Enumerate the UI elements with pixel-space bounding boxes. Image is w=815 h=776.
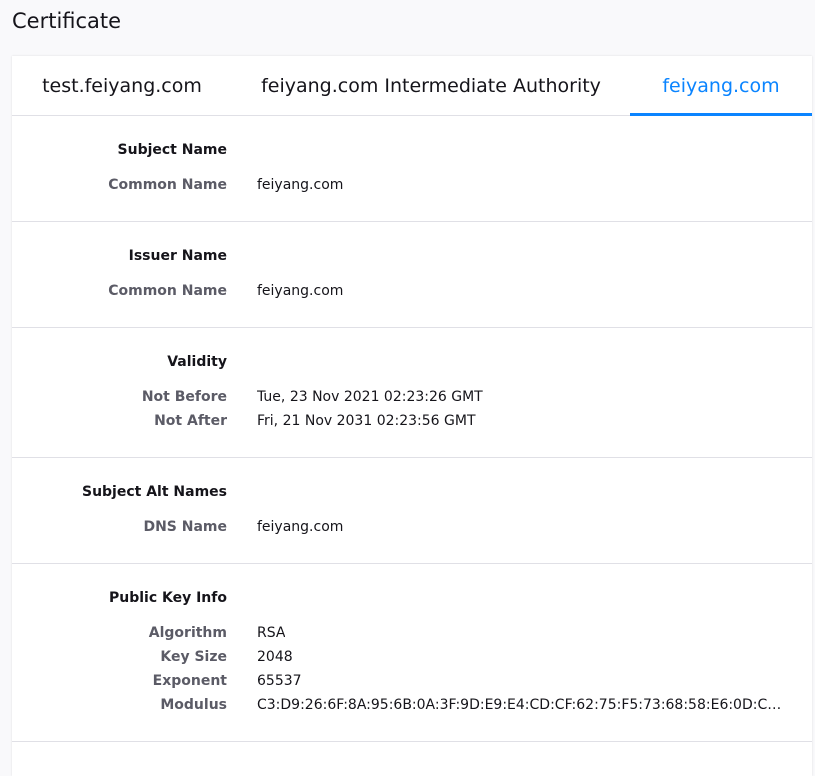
field-label: Modulus	[160, 697, 227, 713]
field-label: DNS Name	[143, 519, 227, 535]
section-heading: Subject Name	[117, 142, 227, 158]
page-title: Certificate	[12, 9, 122, 33]
field-label: Common Name	[108, 177, 227, 193]
field-value: Fri, 21 Nov 2031 02:23:56 GMT	[257, 413, 476, 429]
field-value: RSA	[257, 625, 286, 641]
field-label: Not After	[154, 413, 227, 429]
field-label: Not Before	[141, 389, 227, 405]
issuer-name-section: Issuer Name Common Name feiyang.com	[12, 222, 812, 328]
field-value: feiyang.com	[257, 177, 344, 193]
field-value: C3:D9:26:6F:8A:95:6B:0A:3F:9D:E9:E4:CD:C…	[257, 697, 787, 713]
section-heading: Subject Alt Names	[81, 484, 227, 500]
section-heading: Public Key Info	[108, 590, 227, 606]
field-value: 65537	[257, 673, 302, 689]
validity-section: Validity Not Before Tue, 23 Nov 2021 02:…	[12, 328, 812, 458]
public-key-info-section: Public Key Info Algorithm RSA Key Size 2…	[12, 564, 812, 742]
field-value: feiyang.com	[257, 283, 344, 299]
subject-alt-names-section: Subject Alt Names DNS Name feiyang.com	[12, 458, 812, 564]
tab-intermediate-authority[interactable]: feiyang.com Intermediate Authority	[232, 56, 630, 115]
certificate-card: test.feiyang.com feiyang.com Intermediat…	[12, 56, 812, 776]
section-heading: Validity	[167, 354, 227, 370]
field-value: 2048	[257, 649, 293, 665]
field-label: Key Size	[160, 649, 227, 665]
section-heading: Issuer Name	[128, 248, 227, 264]
certificate-tabs: test.feiyang.com feiyang.com Intermediat…	[12, 56, 812, 116]
tab-feiyang-com[interactable]: feiyang.com	[630, 56, 812, 116]
field-value: Tue, 23 Nov 2021 02:23:26 GMT	[257, 389, 483, 405]
field-value: feiyang.com	[257, 519, 344, 535]
subject-name-section: Subject Name Common Name feiyang.com	[12, 116, 812, 222]
field-label: Algorithm	[148, 625, 227, 641]
field-label: Exponent	[152, 673, 227, 689]
tab-test-feiyang-com[interactable]: test.feiyang.com	[12, 56, 232, 115]
field-label: Common Name	[108, 283, 227, 299]
